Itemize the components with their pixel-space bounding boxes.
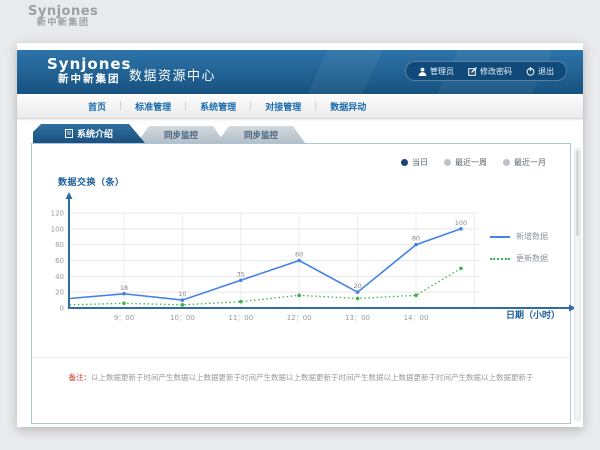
legend-label: 新增数据 [516, 231, 548, 242]
brand-logo-subtext: 新中新集团 [47, 73, 132, 85]
header-decor-stripe [301, 50, 389, 94]
tab-2[interactable]: 同步监控 [137, 126, 225, 143]
radio-icon [444, 159, 451, 166]
time-range-filters: 当日 最近一周 最近一月 [401, 157, 546, 168]
radio-icon [401, 159, 408, 166]
nav-separator: | [184, 101, 187, 111]
tab-3[interactable]: 同步监控 [217, 126, 305, 143]
nav-item-3[interactable]: 系统管理 [200, 100, 236, 113]
user-menu[interactable]: 管理员 [418, 66, 454, 77]
scrollbar[interactable] [574, 148, 581, 421]
content-panel: 当日 最近一周 最近一月 数据交换（条） 0 20 40 60 80 100 120 9：00 10… [31, 143, 571, 424]
tab-1[interactable]: 系统介绍 [33, 124, 145, 143]
nav-item-5[interactable]: 数据异动 [330, 100, 366, 113]
svg-text:80: 80 [412, 235, 420, 243]
background-watermark-logo: Synjones 新中新集团 [28, 5, 98, 29]
svg-text:60: 60 [295, 251, 303, 259]
filter-radio-1[interactable]: 当日 [401, 157, 428, 168]
legend-swatch [490, 236, 510, 238]
page-title: 数据资源中心 [129, 65, 216, 84]
nav-item-4[interactable]: 对接管理 [265, 100, 301, 113]
nav-item-2[interactable]: 标准管理 [135, 100, 171, 113]
background-logo-subtext: 新中新集团 [28, 19, 98, 29]
svg-text:60: 60 [55, 257, 64, 265]
x-axis-title: 日期（小时） [506, 308, 560, 321]
svg-text:100: 100 [51, 225, 64, 233]
nav-separator: | [249, 101, 252, 111]
chart-legend: 新增数据更新数据 [490, 231, 548, 264]
tab-label: 同步监控 [164, 129, 198, 141]
svg-text:20: 20 [55, 289, 64, 297]
svg-text:120: 120 [51, 210, 64, 218]
main-nav: 首页 | 标准管理 | 系统管理 | 对接管理 | 数据异动 [17, 94, 583, 119]
app-header: Synjones 新中新集团 数据资源中心 管理员 修改密码 退出 [17, 50, 583, 94]
svg-text:10: 10 [178, 290, 186, 298]
svg-text:0: 0 [60, 305, 64, 313]
svg-text:10：00: 10：00 [170, 314, 195, 322]
app-window: Synjones 新中新集团 数据资源中心 管理员 修改密码 退出 首页|标 [17, 43, 583, 427]
user-toolbar: 管理员 修改密码 退出 [405, 61, 567, 81]
svg-text:18: 18 [120, 284, 128, 292]
tab-bar: 系统介绍 同步监控 同步监控 [33, 124, 305, 143]
legend-item-2[interactable]: 更新数据 [490, 253, 548, 264]
y-axis-title: 数据交换（条） [58, 175, 125, 188]
svg-text:14：00: 14：00 [404, 314, 429, 322]
logout-label: 退出 [538, 66, 554, 77]
filter-label: 最近一周 [455, 157, 487, 168]
svg-text:40: 40 [55, 273, 64, 281]
svg-text:9：00: 9：00 [114, 314, 134, 322]
scrollbar-thumb[interactable] [576, 151, 579, 236]
svg-text:20: 20 [353, 282, 361, 290]
tab-label: 同步监控 [244, 129, 278, 141]
nav-item-1[interactable]: 首页 [88, 100, 106, 113]
svg-text:13：00: 13：00 [345, 314, 370, 322]
filter-radio-2[interactable]: 最近一周 [444, 157, 487, 168]
svg-text:12：00: 12：00 [287, 314, 312, 322]
brand-logo: Synjones 新中新集团 [47, 56, 132, 85]
power-icon [526, 67, 535, 76]
filter-label: 最近一月 [514, 157, 546, 168]
user-name: 管理员 [430, 66, 454, 77]
radio-icon [503, 159, 510, 166]
logout-button[interactable]: 退出 [526, 66, 554, 77]
change-password-label: 修改密码 [480, 66, 512, 77]
svg-text:80: 80 [55, 241, 64, 249]
nav-separator: | [119, 101, 122, 111]
filter-label: 当日 [412, 157, 428, 168]
svg-text:11：00: 11：00 [228, 314, 253, 322]
tab-label: 系统介绍 [77, 127, 113, 140]
legend-item-1[interactable]: 新增数据 [490, 231, 548, 242]
nav-separator: | [314, 101, 317, 111]
footnote-text: 以上数据更新于时间产生数据以上数据更新于时间产生数据以上数据更新于时间产生数据以… [91, 373, 534, 382]
filter-radio-3[interactable]: 最近一月 [503, 157, 546, 168]
footnote: 备注：以上数据更新于时间产生数据以上数据更新于时间产生数据以上数据更新于时间产生… [32, 357, 570, 383]
legend-swatch [490, 258, 510, 260]
legend-label: 更新数据 [516, 253, 548, 264]
screenshot-background: Synjones 新中新集团 Synjones 新中新集团 数据资源中心 管理员… [0, 0, 600, 450]
brand-logo-text: Synjones [47, 56, 132, 73]
change-password-button[interactable]: 修改密码 [468, 66, 512, 77]
document-icon [65, 129, 73, 138]
svg-text:100: 100 [455, 219, 467, 227]
svg-text:35: 35 [237, 270, 245, 278]
footnote-label: 备注： [69, 373, 92, 382]
user-icon [418, 67, 427, 76]
edit-icon [468, 67, 477, 76]
